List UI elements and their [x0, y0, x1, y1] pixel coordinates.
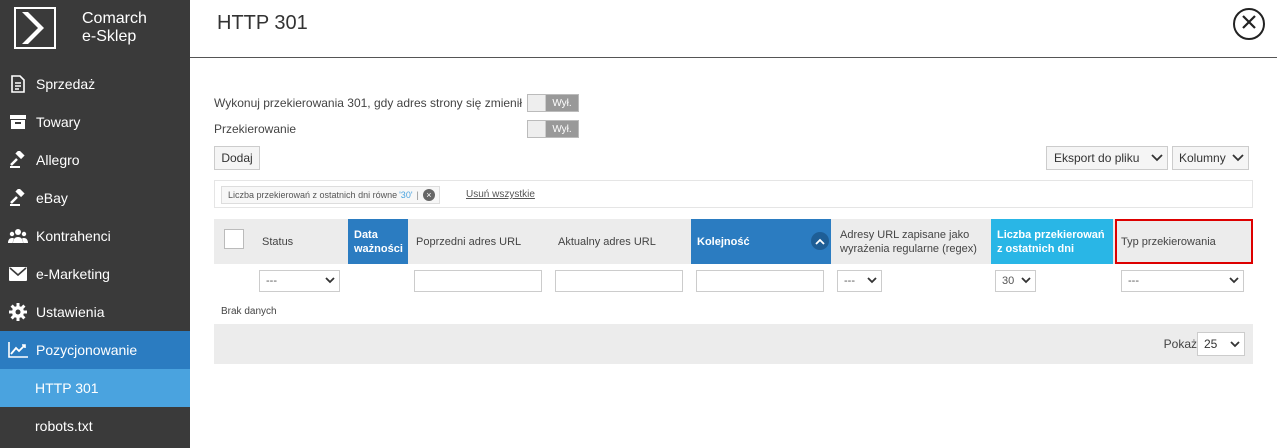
sidebar-item-towary[interactable]: Towary [0, 103, 190, 141]
przekierowanie-toggle[interactable]: Wył. [527, 120, 579, 138]
toggle-state: Wył. [546, 95, 578, 111]
sidebar-item-label: Sprzedaż [36, 76, 96, 92]
select-value: 25 [1204, 337, 1218, 351]
column-status[interactable]: Status [256, 219, 348, 264]
empty-table-message: Brak danych [221, 306, 277, 317]
sidebar-item-label: Kontrahenci [36, 228, 111, 244]
users-icon [8, 226, 28, 246]
chevron-down-icon [1229, 275, 1239, 287]
column-liczba-przekierowan[interactable]: Liczba przekierowań z ostatnich dni [991, 219, 1113, 264]
chevron-down-icon [1021, 275, 1031, 287]
export-dropdown[interactable]: Eksport do pliku [1046, 146, 1168, 170]
poprzedni-url-filter-input[interactable] [414, 270, 542, 292]
table-filter-row: --- --- 30 --- [214, 265, 1253, 299]
table-header: Status Data ważności Poprzedni adres URL… [214, 219, 1253, 264]
sidebar-item-label: eBay [36, 190, 68, 206]
chevron-down-icon [1230, 337, 1240, 351]
logo-text: Comarch e-Sklep [82, 10, 147, 46]
redirect-option-label: Wykonuj przekierowania 301, gdy adres st… [214, 96, 523, 110]
column-regex[interactable]: Adresy URL zapisane jako wyrażenia regul… [834, 219, 990, 264]
gavel-icon [8, 150, 28, 170]
filter-chip-separator: | [416, 190, 419, 200]
columns-label: Kolumny [1179, 151, 1226, 165]
comarch-logo-icon [14, 6, 70, 50]
gear-icon [8, 302, 28, 322]
status-filter-select[interactable]: --- [259, 270, 340, 292]
sidebar: Comarch e-Sklep Sprzedaż Towary Allegro [0, 0, 190, 448]
redirect-toggle[interactable]: Wył. [527, 94, 579, 112]
header: HTTP 301 [190, 0, 1277, 58]
sort-ascending-icon[interactable] [811, 232, 829, 250]
filter-chip-value: '30' [399, 190, 413, 200]
page-title: HTTP 301 [217, 12, 308, 34]
kolejnosc-filter-input[interactable] [696, 270, 824, 292]
close-icon [1242, 14, 1256, 34]
column-kolejnosc[interactable]: Kolejność [691, 219, 831, 264]
page-size-select[interactable]: 25 [1197, 332, 1245, 356]
logo-line2: e-Sklep [82, 28, 137, 45]
type-filter-select[interactable]: --- [1121, 270, 1244, 292]
columns-dropdown[interactable]: Kolumny [1172, 146, 1249, 170]
sidebar-item-label: e-Marketing [36, 266, 110, 282]
sidebar-item-sprzedaz[interactable]: Sprzedaż [0, 65, 190, 103]
sidebar-subitem-robots[interactable]: robots.txt [0, 407, 190, 445]
select-all-checkbox[interactable] [224, 229, 244, 249]
filter-chip: Liczba przekierowań z ostatnich dni równ… [221, 186, 440, 204]
column-label: Kolejność [697, 235, 750, 248]
filter-chip-text: Liczba przekierowań z ostatnich dni równ… [228, 190, 398, 200]
logo-line1: Comarch [82, 10, 147, 27]
remove-filter-icon[interactable]: × [422, 189, 435, 201]
sidebar-item-label: Allegro [36, 152, 80, 168]
remove-all-filters-link[interactable]: Usuń wszystkie [466, 189, 535, 200]
column-aktualny-url[interactable]: Aktualny adres URL [552, 219, 690, 264]
toggle-state: Wył. [546, 121, 578, 137]
select-value: --- [266, 275, 277, 287]
envelope-icon [8, 264, 28, 284]
page-size-label: Pokaż [1163, 337, 1197, 351]
sidebar-item-label: Ustawienia [36, 304, 105, 320]
active-filters-bar: Liczba przekierowań z ostatnich dni równ… [214, 180, 1253, 208]
close-button[interactable] [1233, 8, 1265, 40]
chart-line-icon [8, 340, 28, 360]
column-data-waznosci[interactable]: Data ważności [348, 219, 408, 264]
table-footer: Pokaż 25 [214, 324, 1253, 364]
chevron-down-icon [325, 275, 335, 287]
sidebar-item-allegro[interactable]: Allegro [0, 141, 190, 179]
box-icon [8, 112, 28, 132]
logo[interactable]: Comarch e-Sklep [0, 0, 190, 56]
sidebar-subitem-label: robots.txt [35, 418, 93, 434]
add-button[interactable]: Dodaj [214, 146, 260, 170]
select-value: --- [1128, 275, 1139, 287]
gavel-icon [8, 188, 28, 208]
main-panel: HTTP 301 Wykonuj przekierowania 301, gdy… [190, 0, 1277, 448]
sidebar-item-kontrahenci[interactable]: Kontrahenci [0, 217, 190, 255]
column-poprzedni-url[interactable]: Poprzedni adres URL [410, 219, 548, 264]
toggle-knob [528, 121, 546, 137]
toggle-knob [528, 95, 546, 111]
sidebar-item-label: Towary [36, 114, 81, 130]
sidebar-subitem-http301[interactable]: HTTP 301 [0, 369, 190, 407]
sidebar-item-emarketing[interactable]: e-Marketing [0, 255, 190, 293]
sidebar-item-ebay[interactable]: eBay [0, 179, 190, 217]
days-filter-select[interactable]: 30 [995, 270, 1036, 292]
chevron-down-icon [1151, 151, 1163, 165]
sidebar-item-ustawienia[interactable]: Ustawienia [0, 293, 190, 331]
select-value: --- [844, 275, 855, 287]
aktualny-url-filter-input[interactable] [555, 270, 683, 292]
regex-filter-select[interactable]: --- [837, 270, 882, 292]
chevron-down-icon [1232, 151, 1244, 165]
column-typ-przekierowania[interactable]: Typ przekierowania [1115, 219, 1253, 264]
przekierowanie-label: Przekierowanie [214, 122, 297, 136]
sidebar-item-label: Pozycjonowanie [36, 342, 138, 358]
chevron-down-icon [867, 275, 877, 287]
export-label: Eksport do pliku [1054, 151, 1140, 165]
sidebar-subitem-label: HTTP 301 [35, 380, 99, 396]
sidebar-item-pozycjonowanie[interactable]: Pozycjonowanie [0, 331, 190, 369]
select-value: 30 [1002, 275, 1015, 287]
document-icon [8, 74, 28, 94]
